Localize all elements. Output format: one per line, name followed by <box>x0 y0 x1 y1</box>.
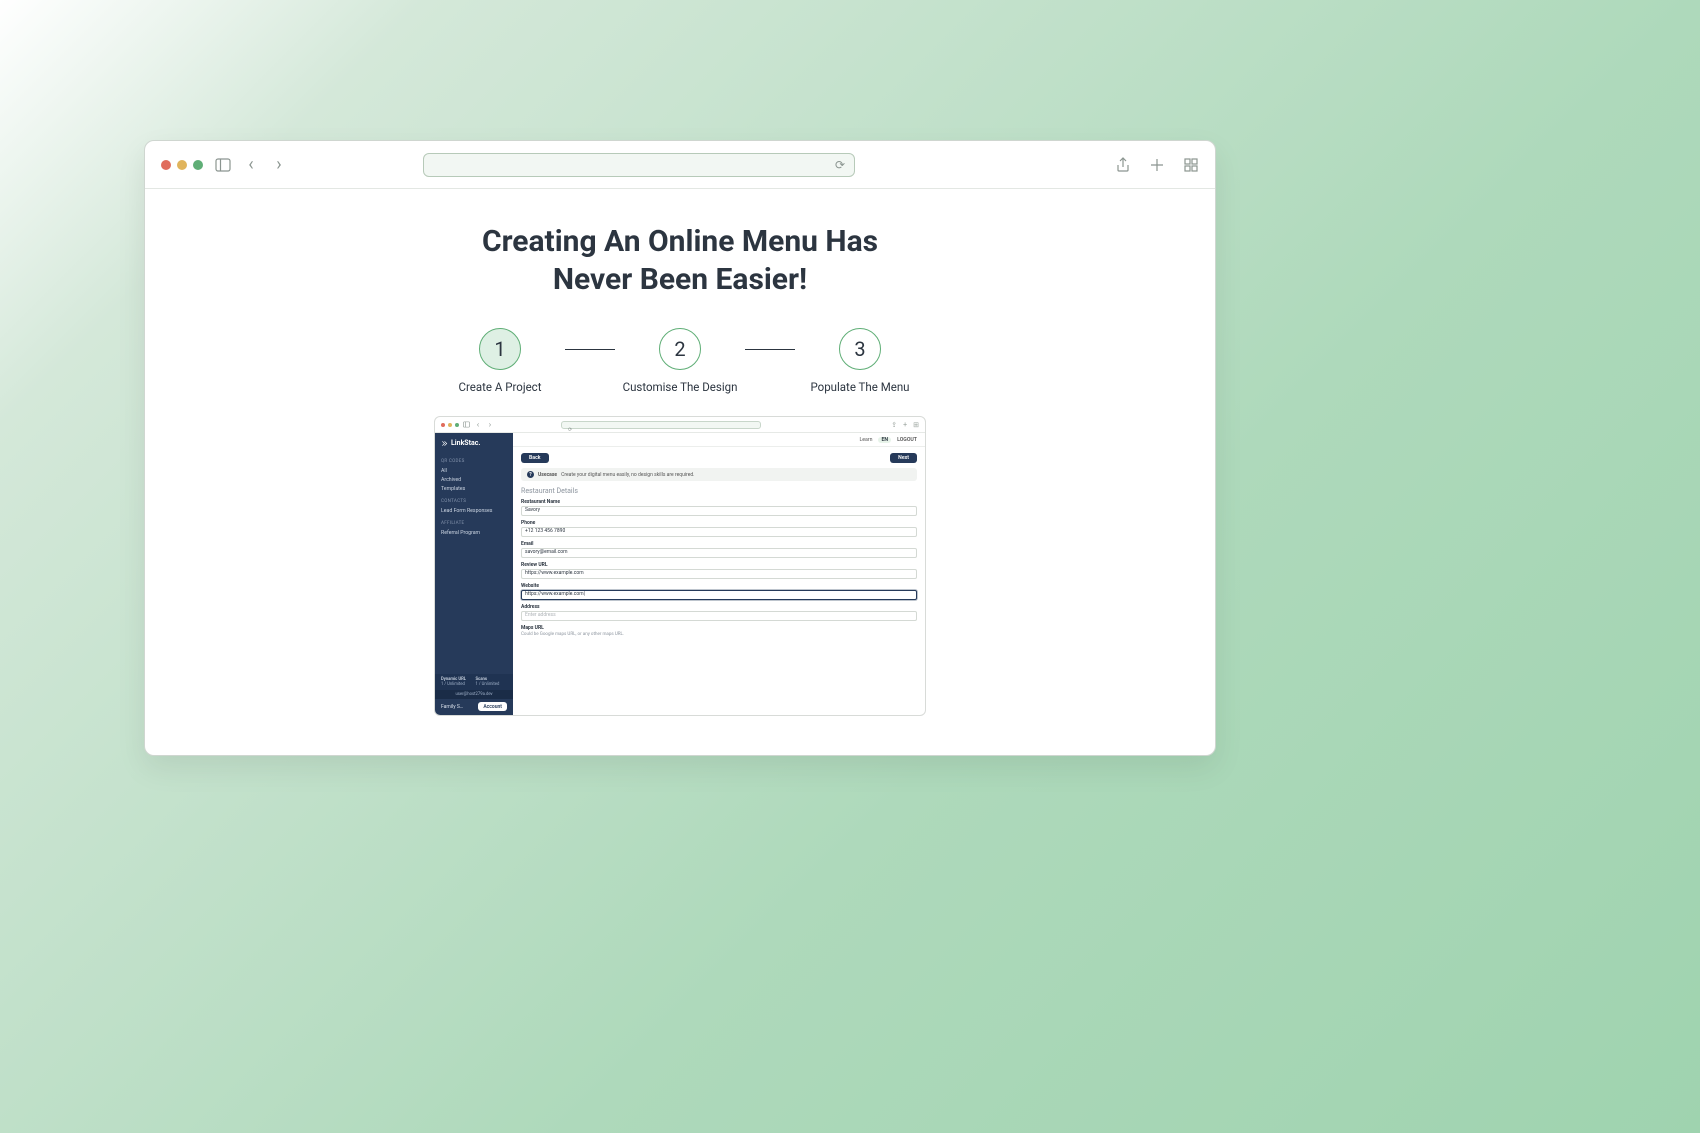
page-content: Creating An Online Menu Has Never Been E… <box>145 189 1215 755</box>
step-2[interactable]: 2 Customise The Design <box>615 328 745 394</box>
usecase-info: ? Usecase Create your digital menu easil… <box>521 468 917 481</box>
forward-icon[interactable]: › <box>271 157 287 173</box>
label-review-url: Review URL <box>521 562 917 568</box>
outer-browser-window: ‹ › ⟳ Creating An Online Menu Has Never … <box>144 140 1216 756</box>
user-email: user@host279a.dev <box>435 690 513 699</box>
logout-link[interactable]: LOGOUT <box>897 437 917 443</box>
headline-line-2: Never Been Easier! <box>553 262 807 297</box>
steps-indicator: 1 Create A Project 2 Customise The Desig… <box>435 328 925 394</box>
account-button[interactable]: Account <box>478 702 507 711</box>
app-main: Learn EN LOGOUT Back Next ? Usecase Crea… <box>513 433 925 715</box>
headline-line-1: Creating An Online Menu Has <box>482 224 878 259</box>
sidebar-item-all[interactable]: All <box>441 468 507 474</box>
label-address: Address <box>521 604 917 610</box>
inner-browser-toolbar: ‹ › ⟳ ⇪ + ⊞ <box>435 417 925 433</box>
next-button[interactable]: Next <box>890 453 917 463</box>
inner-sidebar-toggle-icon[interactable] <box>463 421 470 428</box>
inner-browser-window: ‹ › ⟳ ⇪ + ⊞ LinkStac. QR <box>434 416 926 716</box>
inner-share-icon[interactable]: ⇪ <box>891 421 897 429</box>
hint-maps-url: Could be Google maps URL, or any other m… <box>521 632 917 637</box>
inner-back-icon[interactable]: ‹ <box>474 421 482 429</box>
step-connector <box>565 349 615 350</box>
usecase-label: Usecase <box>538 472 557 478</box>
close-window-icon[interactable] <box>161 160 171 170</box>
app-logo[interactable]: LinkStac. <box>441 439 507 447</box>
inner-maximize-icon[interactable] <box>455 423 459 427</box>
input-address[interactable]: Enter address <box>521 611 917 621</box>
input-phone[interactable]: +12 123 456 7890 <box>521 527 917 537</box>
language-selector[interactable]: EN <box>878 437 891 443</box>
inner-tab-overview-icon[interactable]: ⊞ <box>913 421 919 429</box>
info-icon: ? <box>527 471 534 478</box>
step-1[interactable]: 1 Create A Project <box>435 328 565 394</box>
sidebar-item-referral[interactable]: Referral Program <box>441 530 507 536</box>
sidebar-heading-affiliate: AFFILIATE <box>441 521 507 526</box>
step-1-label: Create A Project <box>459 380 542 394</box>
quota-panel: Dynamic URL Scans 1 / Unlimited 1 / Unli… <box>435 674 513 690</box>
plan-name: Family S… <box>441 704 463 710</box>
inner-close-icon[interactable] <box>441 423 445 427</box>
step-2-circle: 2 <box>659 328 701 370</box>
sidebar-item-templates[interactable]: Templates <box>441 486 507 492</box>
address-bar[interactable]: ⟳ <box>423 153 855 177</box>
label-phone: Phone <box>521 520 917 526</box>
tab-overview-icon[interactable] <box>1183 157 1199 173</box>
label-website: Website <box>521 583 917 589</box>
sidebar-heading-qrcodes: QR CODES <box>441 459 507 464</box>
page-headline: Creating An Online Menu Has Never Been E… <box>482 223 878 298</box>
inner-traffic-lights <box>441 423 459 427</box>
label-maps-url: Maps URL <box>521 625 917 631</box>
sidebar-toggle-icon[interactable] <box>215 157 231 173</box>
step-1-circle: 1 <box>479 328 521 370</box>
new-tab-icon[interactable] <box>1149 157 1165 173</box>
refresh-icon[interactable]: ⟳ <box>832 157 848 173</box>
back-button[interactable]: Back <box>521 453 549 463</box>
step-3[interactable]: 3 Populate The Menu <box>795 328 925 394</box>
step-3-circle: 3 <box>839 328 881 370</box>
section-title: Restaurant Details <box>521 487 917 495</box>
step-3-label: Populate The Menu <box>810 380 909 394</box>
quota-dynamic-value: 1 / Unlimited <box>441 682 473 687</box>
step-2-label: Customise The Design <box>623 380 738 394</box>
maximize-window-icon[interactable] <box>193 160 203 170</box>
quota-scans-value: 1 / Unlimited <box>476 682 508 687</box>
input-restaurant-name[interactable]: Savory <box>521 506 917 516</box>
inner-minimize-icon[interactable] <box>448 423 452 427</box>
share-icon[interactable] <box>1115 157 1131 173</box>
inner-forward-icon[interactable]: › <box>486 421 494 429</box>
label-restaurant-name: Restaurant Name <box>521 499 917 505</box>
label-email: Email <box>521 541 917 547</box>
app-sidebar: LinkStac. QR CODES All Archived Template… <box>435 433 513 715</box>
traffic-lights <box>161 160 203 170</box>
input-email[interactable]: savory@email.com <box>521 548 917 558</box>
input-review-url[interactable]: https://www.example.com <box>521 569 917 579</box>
inner-refresh-icon[interactable]: ⟳ <box>562 422 578 438</box>
sidebar-item-archived[interactable]: Archived <box>441 477 507 483</box>
learn-link[interactable]: Learn <box>859 437 872 443</box>
step-connector <box>745 349 795 350</box>
back-icon[interactable]: ‹ <box>243 157 259 173</box>
sidebar-heading-contacts: CONTACTS <box>441 499 507 504</box>
outer-browser-toolbar: ‹ › ⟳ <box>145 141 1215 189</box>
minimize-window-icon[interactable] <box>177 160 187 170</box>
usecase-text: Create your digital menu easily, no desi… <box>561 472 694 478</box>
input-website[interactable]: https://www.example.com| <box>521 590 917 600</box>
form-container: Back Next ? Usecase Create your digital … <box>513 447 925 641</box>
sidebar-item-lead-form[interactable]: Lead Form Responses <box>441 508 507 514</box>
inner-new-tab-icon[interactable]: + <box>903 421 907 429</box>
inner-address-bar[interactable]: ⟳ <box>561 421 761 429</box>
